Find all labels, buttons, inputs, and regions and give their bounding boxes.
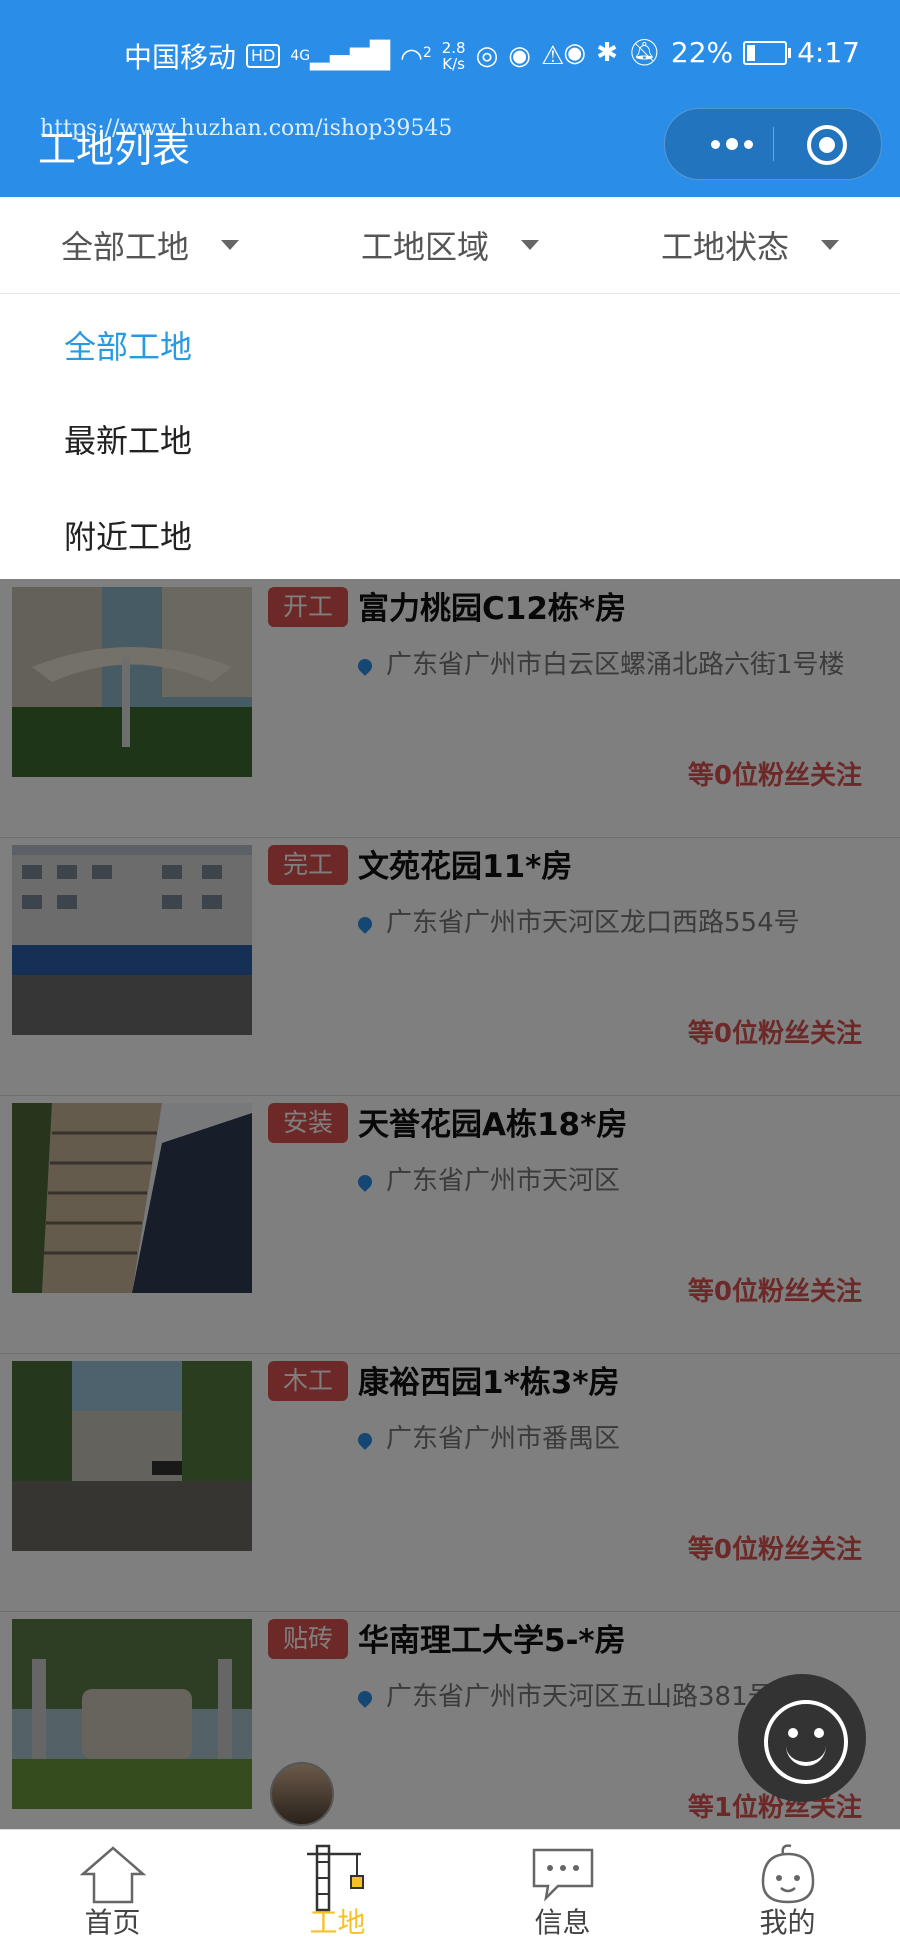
mute-icon: 🔕︎ [627,37,661,68]
tab-sites[interactable]: 工地 [225,1830,450,1951]
filter-label: 全部工地 [60,228,189,266]
tab-messages[interactable]: 信息 [450,1830,675,1951]
filter-site-region[interactable]: 工地区域 [300,197,600,293]
customer-service-button[interactable] [738,1674,866,1802]
tab-label: 工地 [309,1906,366,1939]
network-type: 4G [290,48,311,64]
close-miniprogram-icon[interactable] [807,125,847,165]
filter-label: 工地状态 [660,228,789,266]
eye-icon: ◉ [563,37,587,68]
bluetooth-icon: ✱ [596,37,618,68]
chat-icon [532,1848,593,1902]
speed-unit: K/s [442,55,466,73]
network-speed: 2.8 K/s [442,40,466,72]
dropdown-backdrop[interactable] [0,579,900,1829]
bottom-tab-bar: 首页 工地 信息 我的 [0,1829,900,1951]
home-icon [79,1846,146,1904]
battery-icon [743,40,792,65]
watermark-url: https://www.huzhan.com/ishop39545 [40,116,453,141]
wifi-subscript: 2 [422,45,432,62]
customer-service-icon [764,1700,848,1784]
dropdown-item-all[interactable]: 全部工地 [64,322,192,368]
more-menu-icon[interactable] [697,109,767,179]
filter-bar: 全部工地 工地区域 工地状态 [0,197,900,294]
carrier-name: 中国移动 [124,41,237,74]
wifi-icon: ◠2 [400,43,432,74]
battery-percent: 22% [670,36,734,69]
dropdown-item-latest[interactable]: 最新工地 [64,416,192,462]
dropdown-item-nearby[interactable]: 附近工地 [64,512,192,558]
speed-value: 2.8 [441,39,466,57]
status-bar: 中国移动 HD 4G▂▄▆█ ◠2 2.8 K/s ◎ ◉ ⚠ ◉ ✱ 🔕︎ 2… [0,22,900,88]
nfc-icon: ◉ [508,41,531,71]
clock: 4:17 [797,36,860,69]
filter-dropdown: 全部工地 最新工地 附近工地 [0,294,900,579]
warning-icon: ⚠ [540,41,565,71]
sync-icon: ◎ [475,41,499,71]
tab-home[interactable]: 首页 [0,1830,225,1951]
tab-profile[interactable]: 我的 [675,1830,900,1951]
battery-level [747,44,756,61]
tab-label: 首页 [84,1906,141,1939]
hd-badge: HD [246,44,281,68]
caret-down-icon [521,240,539,250]
caret-down-icon [221,240,239,250]
filter-all-sites[interactable]: 全部工地 [0,197,300,293]
face-icon [761,1844,814,1904]
capsule-divider [773,127,774,161]
tab-label: 信息 [534,1906,591,1939]
caret-down-icon [821,240,839,250]
signal-icon: 4G▂▄▆█ [290,41,391,71]
miniprogram-capsule [664,108,882,180]
app-header: 中国移动 HD 4G▂▄▆█ ◠2 2.8 K/s ◎ ◉ ⚠ ◉ ✱ 🔕︎ 2… [0,0,900,197]
filter-label: 工地区域 [360,228,489,266]
user-avatar[interactable] [270,1762,334,1826]
tab-label: 我的 [759,1906,816,1939]
filter-site-status[interactable]: 工地状态 [600,197,900,293]
